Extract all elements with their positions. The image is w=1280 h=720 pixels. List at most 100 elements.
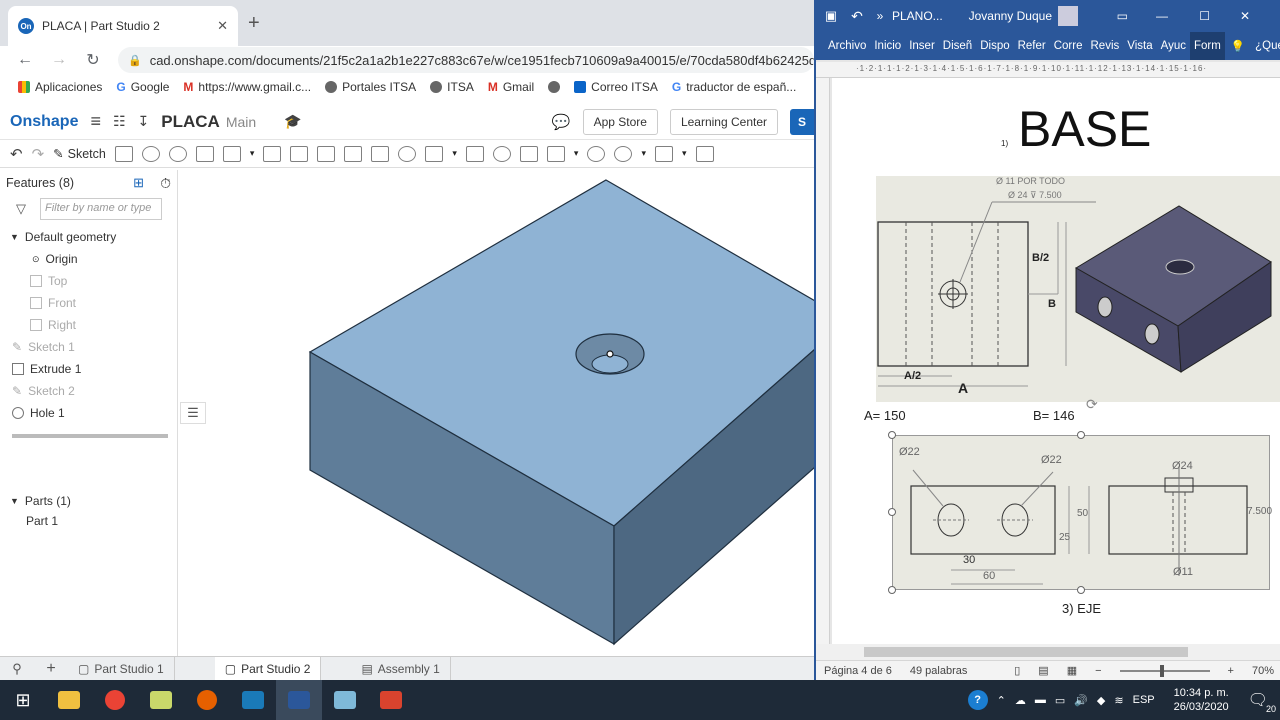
red-app-icon[interactable] bbox=[368, 680, 414, 720]
variables-icon[interactable]: ↧ bbox=[138, 113, 150, 130]
onedrive-icon[interactable]: ☁ bbox=[1015, 694, 1026, 707]
shell-icon[interactable] bbox=[371, 145, 390, 162]
split-icon[interactable] bbox=[519, 145, 538, 162]
hole-icon[interactable] bbox=[398, 145, 417, 162]
feature-origin[interactable]: ⊙ Origin bbox=[0, 248, 177, 270]
read-mode-icon[interactable]: ▯ bbox=[1014, 664, 1020, 677]
feature-right-plane[interactable]: Right bbox=[0, 314, 177, 336]
ribbon-tab-insertar[interactable]: Inser bbox=[905, 32, 939, 60]
boolean-icon[interactable] bbox=[492, 145, 511, 162]
selection-handle[interactable] bbox=[888, 586, 896, 594]
feature-sketch-1[interactable]: ✎ Sketch 1 bbox=[0, 336, 177, 358]
tell-me-search[interactable]: ¿Qué de bbox=[1251, 32, 1280, 60]
zoom-out-icon[interactable]: − bbox=[1095, 665, 1101, 677]
notes-app-icon[interactable] bbox=[138, 680, 184, 720]
fillet-icon[interactable] bbox=[263, 145, 282, 162]
chevron-down-icon[interactable]: ▾ bbox=[452, 148, 457, 159]
add-folder-icon[interactable]: ⊞ bbox=[133, 175, 144, 191]
ribbon-tab-ayuda[interactable]: Ayuc bbox=[1157, 32, 1190, 60]
chamfer-icon[interactable] bbox=[290, 145, 309, 162]
chrome-icon[interactable] bbox=[92, 680, 138, 720]
parts-group[interactable]: ▼ Parts (1) bbox=[0, 490, 177, 512]
ribbon-tab-vista[interactable]: Vista bbox=[1123, 32, 1156, 60]
horizontal-scrollbar[interactable] bbox=[816, 644, 1280, 660]
ribbon-tab-disposicion[interactable]: Dispo bbox=[976, 32, 1013, 60]
horizontal-ruler[interactable]: ·1·2·1·1·1·2·1·3·1·4·1·5·1·6·1·7·1·8·1·9… bbox=[816, 62, 1280, 78]
battery-icon[interactable]: ▭ bbox=[1055, 694, 1065, 707]
chevron-down-icon[interactable]: ▼ bbox=[10, 232, 19, 242]
graphics-viewport[interactable]: ☰ bbox=[178, 170, 814, 656]
rollback-timer-icon[interactable]: ⏱ bbox=[160, 175, 171, 192]
bookmark-itsa[interactable]: ITSA bbox=[430, 80, 474, 94]
rib-icon[interactable] bbox=[344, 145, 363, 162]
extrude-icon[interactable] bbox=[114, 145, 133, 162]
plane-icon[interactable] bbox=[614, 145, 633, 162]
bookmark-portales[interactable]: Portales ITSA bbox=[325, 80, 416, 94]
configurations-icon[interactable]: ☷ bbox=[113, 113, 126, 130]
document-name[interactable]: PLACA bbox=[161, 112, 220, 132]
drawing-base-image[interactable]: Ø 11 POR TODO Ø 24 ⊽ 7.500 B/2 B A/2 A bbox=[876, 176, 1280, 402]
start-windows-icon[interactable]: ⊞ bbox=[0, 680, 46, 720]
feature-sketch-2[interactable]: ✎ Sketch 2 bbox=[0, 380, 177, 402]
zoom-level[interactable]: 70% bbox=[1252, 665, 1280, 677]
chevron-down-icon[interactable]: ▾ bbox=[641, 148, 646, 159]
back-icon[interactable]: ← bbox=[16, 51, 34, 69]
chevron-up-icon[interactable]: ⌃ bbox=[997, 694, 1006, 707]
help-icon[interactable]: ? bbox=[967, 690, 988, 710]
file-explorer-icon[interactable] bbox=[46, 680, 92, 720]
workspace-name[interactable]: Main bbox=[226, 114, 256, 130]
onshape-logo[interactable]: Onshape bbox=[10, 113, 78, 131]
zoom-slider[interactable] bbox=[1119, 664, 1210, 677]
part-3d-model[interactable] bbox=[178, 170, 814, 656]
dropbox-icon[interactable]: ◆ bbox=[1097, 694, 1105, 707]
sheet-metal-icon[interactable] bbox=[654, 145, 673, 162]
ribbon-tab-revisar[interactable]: Revis bbox=[1087, 32, 1124, 60]
address-bar[interactable]: 🔒 cad.onshape.com/documents/21f5c2a1a2b1… bbox=[118, 47, 814, 73]
default-geometry-group[interactable]: ▼ Default geometry bbox=[0, 226, 177, 248]
chevron-down-icon[interactable]: ▾ bbox=[250, 148, 255, 159]
tab-manager-icon[interactable]: ⚲ bbox=[0, 661, 34, 677]
wifi-icon[interactable]: ≋ bbox=[1114, 694, 1123, 707]
lightbulb-icon[interactable]: 💡 bbox=[1225, 39, 1251, 53]
learning-center-button[interactable]: Learning Center bbox=[669, 108, 778, 135]
thicken-icon[interactable] bbox=[222, 145, 241, 162]
clock[interactable]: 10:34 p. m. 26/03/2020 bbox=[1174, 686, 1229, 714]
sweep-icon[interactable] bbox=[168, 145, 187, 162]
rotate-handle-icon[interactable]: ⟳ bbox=[1086, 396, 1098, 413]
ribbon-display-icon[interactable]: ▭ bbox=[1078, 9, 1128, 23]
part-item[interactable]: Part 1 bbox=[0, 512, 177, 530]
word-taskbar-icon[interactable] bbox=[276, 680, 322, 720]
save-icon[interactable]: ▣ bbox=[816, 8, 846, 24]
revolve-icon[interactable] bbox=[141, 145, 160, 162]
firefox-icon[interactable] bbox=[184, 680, 230, 720]
selection-handle[interactable] bbox=[888, 508, 896, 516]
app-store-button[interactable]: App Store bbox=[582, 108, 658, 135]
loft-icon[interactable] bbox=[195, 145, 214, 162]
delete-part-icon[interactable] bbox=[587, 145, 606, 162]
selection-handle[interactable] bbox=[888, 431, 896, 439]
filter-icon[interactable]: ▽ bbox=[16, 201, 26, 217]
feature-hole-1[interactable]: Hole 1 bbox=[0, 402, 177, 424]
zoom-in-icon[interactable]: + bbox=[1228, 665, 1234, 677]
chevron-down-icon[interactable]: ▼ bbox=[10, 496, 19, 506]
ribbon-tab-inicio[interactable]: Inicio bbox=[870, 32, 905, 60]
stationery-app-icon[interactable] bbox=[322, 680, 368, 720]
undo-icon[interactable]: ↶ bbox=[10, 145, 23, 163]
ribbon-tab-formato[interactable]: Form bbox=[1189, 32, 1225, 60]
forward-icon[interactable]: → bbox=[50, 51, 68, 69]
learning-cap-icon[interactable]: 🎓 bbox=[284, 113, 301, 130]
drawing-eje-image[interactable]: Ø22 Ø22 Ø24 Ø11 50 25 30 60 7.500 bbox=[892, 435, 1272, 590]
share-button[interactable]: S bbox=[790, 108, 814, 135]
chevron-down-icon[interactable]: ▾ bbox=[682, 148, 687, 159]
avatar[interactable] bbox=[1058, 6, 1078, 26]
comments-icon[interactable]: 💬 bbox=[552, 113, 571, 131]
browser-tab[interactable]: On PLACA | Part Studio 2 ✕ bbox=[8, 6, 238, 46]
feature-extrude-1[interactable]: Extrude 1 bbox=[0, 358, 177, 380]
tab-assembly-1[interactable]: ▤ Assembly 1 bbox=[351, 656, 451, 680]
list-view-icon[interactable]: ☰ bbox=[180, 402, 206, 424]
bookmark-correo[interactable]: Correo ITSA bbox=[574, 80, 658, 94]
rollback-bar[interactable] bbox=[12, 434, 168, 438]
sketch-button[interactable]: ✎ Sketch bbox=[53, 146, 106, 162]
selection-handle[interactable] bbox=[1077, 586, 1085, 594]
minimize-icon[interactable]: — bbox=[1128, 9, 1168, 23]
